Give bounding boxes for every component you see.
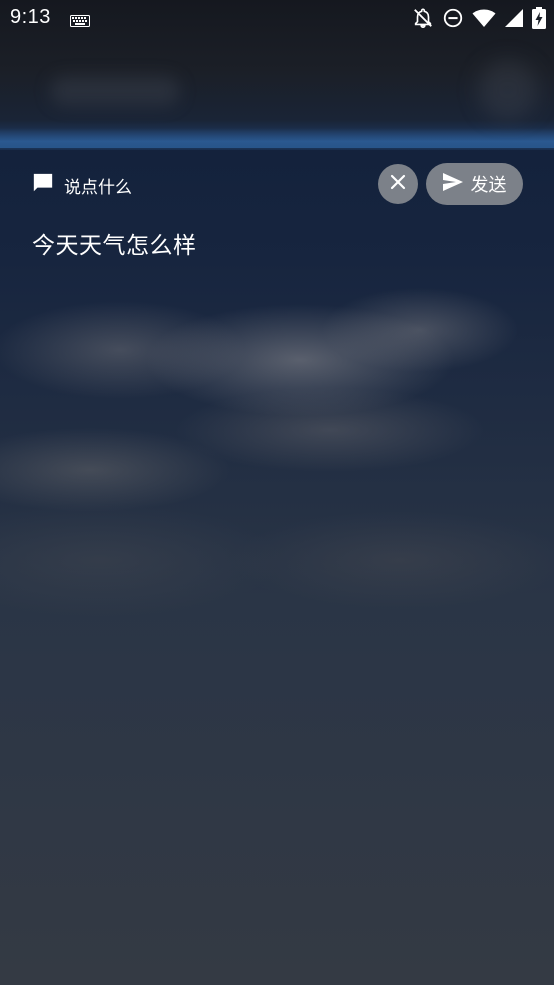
blurred-header-element (478, 60, 538, 120)
blurred-header-element (50, 76, 180, 106)
cellular-signal-icon (504, 8, 524, 32)
message-input[interactable]: 今天天气怎么样 (32, 226, 197, 260)
notifications-off-icon (412, 7, 434, 33)
battery-charging-icon (532, 7, 546, 33)
compose-prompt: 说点什么 (32, 172, 132, 199)
clear-button[interactable] (378, 164, 418, 204)
send-icon (442, 172, 463, 196)
send-button-label: 发送 (470, 175, 507, 196)
close-icon (390, 174, 406, 194)
do-not-disturb-icon (442, 7, 464, 33)
header-divider-glow (0, 128, 554, 150)
wifi-icon (472, 8, 496, 32)
send-button[interactable]: 发送 (426, 163, 523, 205)
compose-prompt-label: 说点什么 (64, 178, 132, 198)
keyboard-icon (70, 12, 90, 31)
chat-bubble-icon (32, 172, 54, 199)
status-bar: 9:13 (0, 0, 554, 36)
status-time: 9:13 (10, 6, 51, 28)
status-icons (412, 7, 546, 33)
